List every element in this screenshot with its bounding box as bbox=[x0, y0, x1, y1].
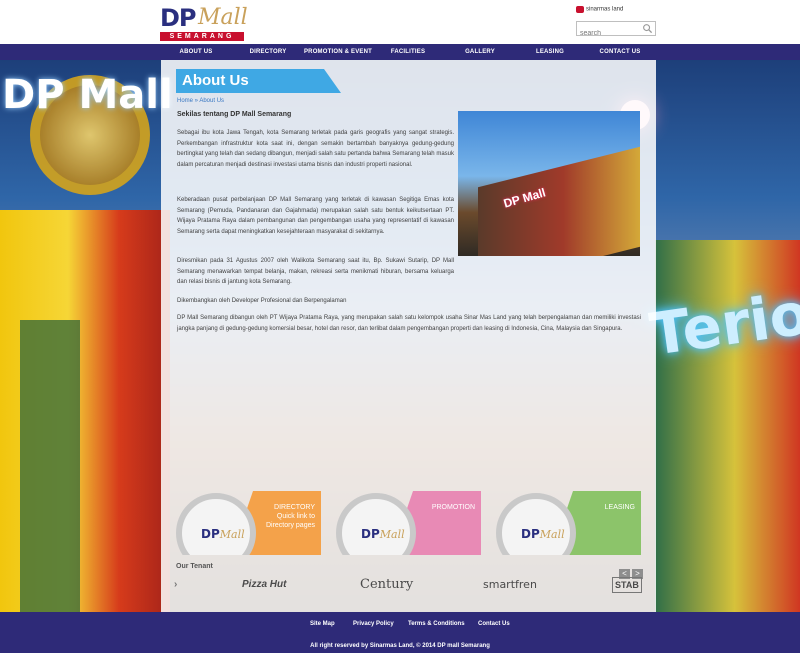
neon-sign-left: DP Mall bbox=[2, 72, 173, 118]
paragraph-location: Keberadaan pusat perbelanjaan DP Mall Se… bbox=[177, 197, 454, 235]
partner-logo[interactable]: sinarmas land bbox=[576, 6, 623, 13]
sinarmas-mark-icon bbox=[576, 6, 584, 13]
logo-dp-text: DP bbox=[160, 4, 197, 32]
search-input[interactable] bbox=[577, 27, 641, 40]
tenant-logo-smartfren[interactable]: smartfren bbox=[483, 577, 537, 593]
nav-about-us[interactable]: ABOUT US bbox=[168, 44, 224, 60]
tenant-heading: Our Tenant bbox=[176, 563, 213, 570]
leasing-feature-ring bbox=[496, 493, 576, 555]
leasing-feature-label: LEASING bbox=[605, 503, 635, 512]
logo-city-text: SEMARANG bbox=[160, 32, 244, 41]
mall-photo: DP Mall bbox=[458, 111, 640, 256]
content-panel: About Us Home » About Us Sekilas tentang… bbox=[161, 60, 656, 612]
leasing-feature-box[interactable]: DPMall LEASING bbox=[496, 491, 641, 555]
nav-directory[interactable]: DIRECTORY bbox=[240, 44, 296, 60]
site-logo[interactable]: DP Mall SEMARANG bbox=[160, 4, 248, 41]
nav-promotion-event[interactable]: PROMOTION & EVENT bbox=[302, 44, 374, 60]
promotion-feature-logo: DPMall bbox=[361, 527, 405, 541]
directory-feature-label: DIRECTORY Quick link to Directory pages bbox=[257, 503, 315, 530]
logo-mall-text: Mall bbox=[198, 5, 248, 30]
breadcrumb[interactable]: Home » About Us bbox=[177, 98, 224, 104]
footer-link-contact-us[interactable]: Contact Us bbox=[478, 621, 510, 627]
partner-logo-text: sinarmas land bbox=[586, 6, 624, 13]
footer-link-terms[interactable]: Terms & Conditions bbox=[408, 621, 465, 627]
footer-link-privacy-policy[interactable]: Privacy Policy bbox=[353, 621, 394, 627]
tenant-carousel: › Pizza Hut Century smartfren STAB bbox=[174, 577, 642, 593]
nav-leasing[interactable]: LEASING bbox=[526, 44, 574, 60]
nav-facilities[interactable]: FACILITIES bbox=[384, 44, 432, 60]
directory-feature-logo: DPMall bbox=[201, 527, 245, 541]
paragraph-intro: Sebagai ibu kota Jawa Tengah, kota Semar… bbox=[177, 130, 454, 168]
leasing-feature-logo: DPMall bbox=[521, 527, 565, 541]
nav-contact-us[interactable]: CONTACT US bbox=[592, 44, 648, 60]
search-box bbox=[576, 21, 656, 40]
promotion-feature-box[interactable]: DPMall PROMOTION bbox=[336, 491, 481, 555]
directory-feature-box[interactable]: DPMall DIRECTORY Quick link to Directory… bbox=[176, 491, 321, 555]
paragraph-developer: DP Mall Semarang dibangun oleh PT Wijaya… bbox=[177, 315, 641, 332]
tenant-logo-partial[interactable]: › bbox=[174, 577, 177, 593]
page-title: About Us bbox=[182, 72, 249, 89]
footer-link-site-map[interactable]: Site Map bbox=[310, 621, 335, 627]
site-footer: Site Map Privacy Policy Terms & Conditio… bbox=[0, 612, 800, 653]
promotion-feature-label: PROMOTION bbox=[432, 503, 475, 512]
page-title-banner: About Us bbox=[176, 69, 341, 93]
tenant-logo-pizza-hut[interactable]: Pizza Hut bbox=[242, 577, 286, 593]
section-heading: Sekilas tentang DP Mall Semarang bbox=[177, 111, 292, 118]
nav-gallery[interactable]: GALLERY bbox=[456, 44, 504, 60]
site-header: DP Mall SEMARANG sinarmas land bbox=[0, 0, 800, 44]
directory-feature-title: DIRECTORY bbox=[274, 504, 315, 511]
paragraph-developer-heading: Dikembangkan oleh Developer Profesional … bbox=[177, 298, 347, 304]
search-icon[interactable] bbox=[642, 23, 653, 34]
main-nav: ABOUT US DIRECTORY PROMOTION & EVENT FAC… bbox=[0, 44, 800, 60]
directory-feature-ring bbox=[176, 493, 256, 555]
tenant-logo-stab[interactable]: STAB bbox=[612, 577, 642, 593]
building-left-windows bbox=[20, 320, 80, 612]
promotion-feature-title: PROMOTION bbox=[431, 504, 475, 511]
copyright-text: All right reserved by Sinarmas Land, © 2… bbox=[310, 643, 490, 649]
tenant-logo-century[interactable]: Century bbox=[360, 577, 413, 593]
directory-feature-subtitle: Quick link to Directory pages bbox=[265, 513, 315, 529]
leasing-feature-title: LEASING bbox=[604, 504, 635, 511]
paragraph-opening: Diresmikan pada 31 Agustus 2007 oleh Wal… bbox=[177, 258, 454, 285]
promotion-feature-ring bbox=[336, 493, 416, 555]
